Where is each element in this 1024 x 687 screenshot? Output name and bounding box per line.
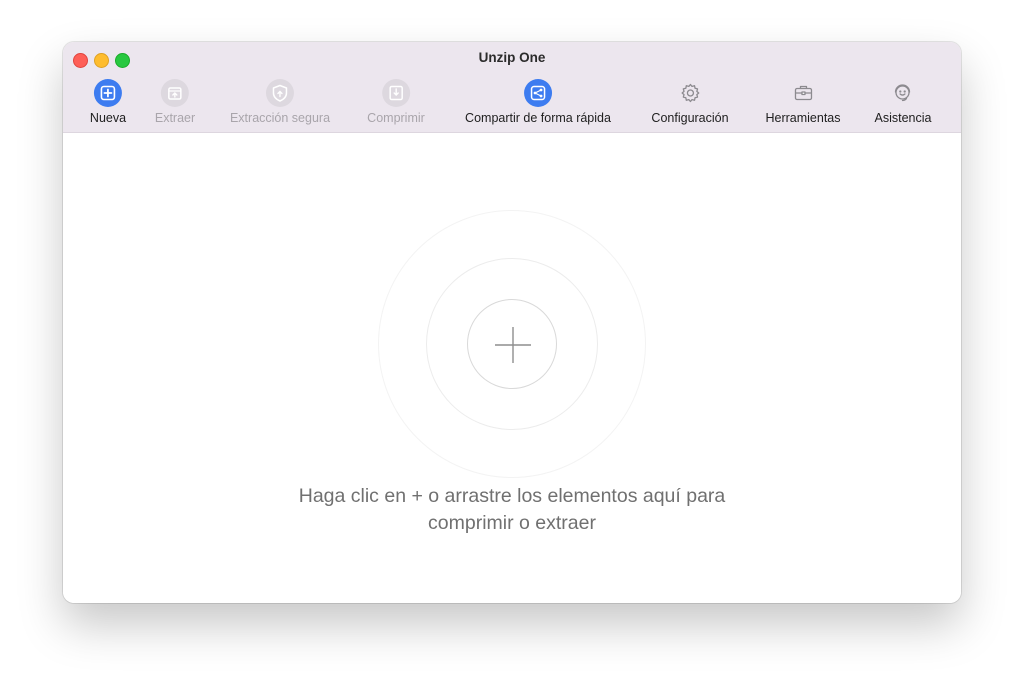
toolbar-new-label: Nueva [89,111,127,125]
toolbar-settings-label: Configuración [651,111,729,125]
toolbar-compress-button[interactable]: Comprimir [367,78,425,125]
new-archive-icon [93,79,122,107]
drop-hint-line-1: Haga clic en + o arrastre los elementos … [298,485,726,507]
gear-icon [681,83,699,103]
compress-icon [381,79,410,107]
toolbar-new-button[interactable]: Nueva [90,78,126,125]
quick-share-icon [524,79,552,107]
secure-extract-icon [266,79,294,107]
extract-icon [160,79,189,107]
drop-hint-line-2: comprimir o extraer [428,512,596,534]
toolbar-tools-label: Herramientas [765,111,841,125]
toolbar-extract-label: Extraer [154,111,196,125]
toolbar-extract-button[interactable]: Extraer [155,78,195,125]
support-icon [895,84,911,102]
toolbar-compress-label: Comprimir [367,111,425,125]
toolbar-settings-button[interactable]: Configuración [651,78,729,125]
toolbar-support-label: Asistencia [874,111,932,125]
toolbox-icon [794,85,812,101]
drop-zone[interactable]: Haga clic en + o arrastre los elementos … [63,133,961,603]
toolbar-secure-extract-label: Extracción segura [229,111,331,125]
toolbar-quick-share-button[interactable]: Compartir de forma rápida [465,78,611,125]
title-bar: Unzip One Nueva Extraer Extracción segur… [63,42,961,133]
add-files-button[interactable] [467,299,557,389]
toolbar-quick-share-label: Compartir de forma rápida [465,111,611,125]
app-window: Unzip One Nueva Extraer Extracción segur… [63,42,961,603]
toolbar-tools-button[interactable]: Herramientas [765,78,841,125]
window-title: Unzip One [478,50,546,65]
drop-hint-text: Haga clic en + o arrastre los elementos … [63,483,961,537]
plus-icon [495,327,531,363]
toolbar-secure-extract-button[interactable]: Extracción segura [230,78,330,125]
toolbar-support-button[interactable]: Asistencia [874,78,932,125]
